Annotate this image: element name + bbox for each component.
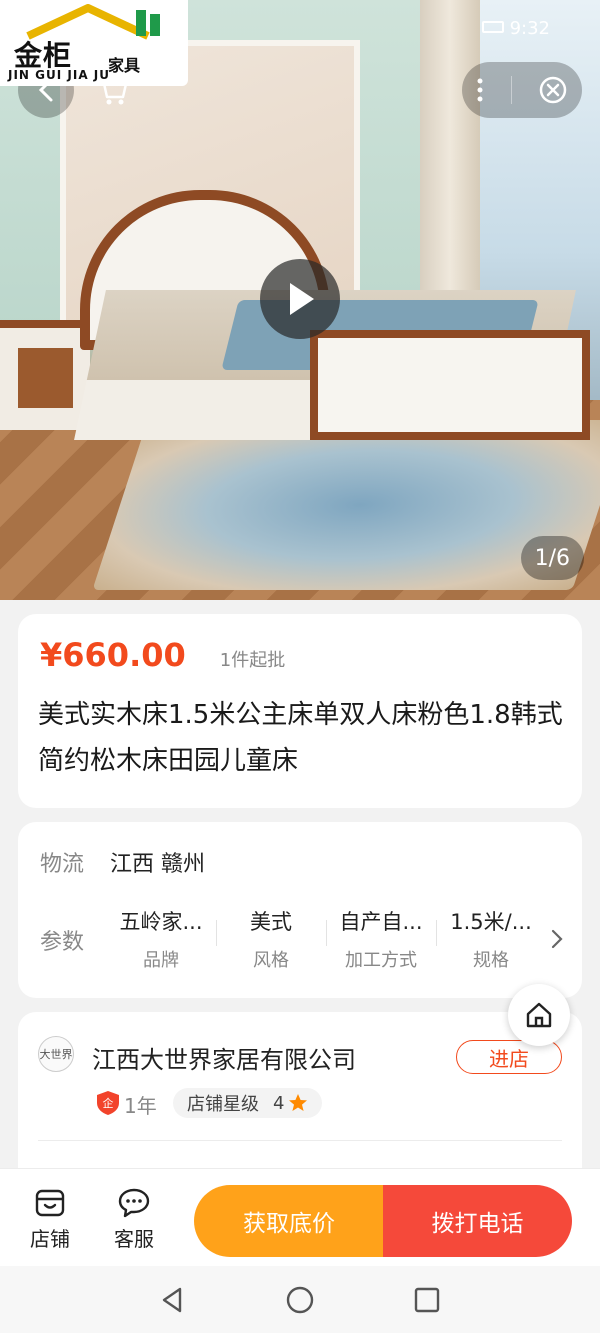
status-time: 9:32 [509, 18, 550, 39]
get-lowest-price-button[interactable]: 获取底价 [194, 1185, 384, 1257]
logo-brand-sub: 家具 [108, 56, 141, 75]
price-row: ¥660.00 1件起批 [40, 636, 285, 674]
more-close-capsule [462, 62, 582, 118]
param-brand: 五岭家... 品牌 [106, 906, 216, 976]
price: ¥660.00 [40, 636, 186, 674]
tab-shop[interactable]: 店铺 [20, 1187, 80, 1252]
nav-back-icon[interactable] [158, 1285, 188, 1315]
param-style: 美式 风格 [216, 906, 326, 976]
chevron-right-icon[interactable] [550, 928, 564, 950]
chat-icon [118, 1188, 150, 1218]
product-title: 美式实木床1.5米公主床单双人床粉色1.8韩式简约松木床田园儿童床 [38, 700, 563, 776]
tab-shop-label: 店铺 [30, 1227, 70, 1251]
param-key: 品牌 [143, 950, 179, 971]
param-size: 1.5米/... 规格 [436, 906, 546, 976]
logistics-value: 江西 赣州 [110, 852, 205, 877]
shop-icon [35, 1189, 65, 1217]
nav-home-icon[interactable] [285, 1285, 315, 1315]
bed-footboard [310, 330, 590, 440]
enterprise-badge-icon: 企 [97, 1091, 119, 1115]
param-value: 自产自... [339, 910, 423, 934]
shop-name[interactable]: 江西大世界家居有限公司 [92, 1040, 356, 1075]
battery-icon [482, 21, 504, 33]
call-button[interactable]: 拨打电话 [383, 1185, 572, 1257]
shop-avatar[interactable]: 大世界 [38, 1036, 74, 1072]
logo-pinyin: JIN GUI JIA JU [8, 68, 110, 82]
product-image-gallery[interactable]: 9:32 1/6 [0, 0, 600, 600]
capsule-divider [510, 76, 512, 104]
play-icon [290, 283, 314, 315]
bottom-action-bar: 店铺 客服 获取底价 拨打电话 [0, 1168, 600, 1266]
star-label: 店铺星级 [187, 1094, 259, 1115]
svg-text:企: 企 [103, 1096, 114, 1110]
shop-star-rating: 店铺星级 4 [173, 1088, 323, 1118]
param-key: 规格 [473, 950, 509, 971]
store-logo: 金柜 家具 JIN GUI JIA JU [0, 0, 188, 86]
params-row[interactable]: 五岭家... 品牌 美式 风格 自产自... 加工方式 1.5米/... 规格 [106, 906, 546, 976]
price-card: ¥660.00 1件起批 美式实木床1.5米公主床单双人床粉色1.8韩式简约松木… [18, 614, 582, 808]
play-video-button[interactable] [260, 259, 340, 339]
star-icon [289, 1094, 308, 1111]
logistics-label: 物流 [40, 852, 85, 877]
tab-service[interactable]: 客服 [104, 1187, 164, 1252]
more-icon[interactable] [476, 77, 484, 103]
home-icon [526, 1002, 552, 1028]
nightstand [0, 320, 90, 430]
spec-card: 物流 江西 赣州 参数 五岭家... 品牌 美式 风格 自产自... 加工方式 … [18, 822, 582, 998]
params-label: 参数 [40, 930, 85, 955]
tab-service-label: 客服 [114, 1227, 154, 1251]
image-counter: 1/6 [520, 536, 584, 580]
min-order-qty: 1件起批 [219, 650, 286, 671]
param-value: 美式 [250, 910, 292, 934]
param-value: 五岭家... [119, 910, 203, 934]
divider [38, 1140, 562, 1141]
system-nav-bar [0, 1266, 600, 1333]
param-key: 风格 [253, 950, 289, 971]
close-icon[interactable] [538, 75, 568, 105]
home-float-button[interactable] [508, 984, 570, 1046]
nav-recents-icon[interactable] [412, 1285, 442, 1315]
shop-years: 1年 [124, 1094, 157, 1118]
param-value: 1.5米/... [450, 910, 532, 934]
param-key: 加工方式 [345, 950, 417, 971]
param-processing: 自产自... 加工方式 [326, 906, 436, 976]
star-level: 4 [273, 1092, 285, 1114]
